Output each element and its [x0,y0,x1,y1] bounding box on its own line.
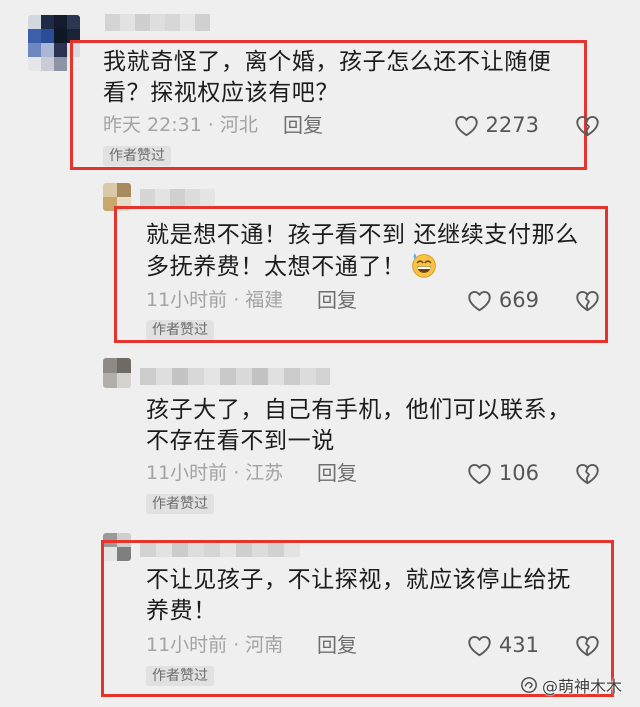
avatar[interactable] [103,358,131,388]
meta-separator: · [233,462,240,484]
reply-button[interactable]: 回复 [317,632,357,658]
meta-separator: · [233,289,240,311]
broken-heart-icon[interactable] [574,632,601,659]
like-count: 2273 [485,113,539,137]
like-button[interactable]: 669 [466,286,539,314]
comment-time: 昨天 22:31 [103,114,202,136]
comment-text-line: 不存在看不到一说 [146,428,335,454]
comment-text: 不让见孩子，不让探视，就应该停止给抚 养费！ [146,565,571,627]
comment-location: 河北 [219,114,258,136]
dislike-button[interactable] [574,460,601,487]
like-count: 669 [498,288,539,312]
like-button[interactable]: 431 [466,631,539,659]
like-count: 431 [498,633,539,657]
broken-heart-icon[interactable] [574,287,601,314]
like-button[interactable]: 106 [466,459,539,487]
comment-time: 11小时前 [146,289,228,311]
comment-text-segment: 多抚养费！太想不通了！ [146,254,406,280]
like-button[interactable]: 2273 [453,111,539,139]
comment-location: 江苏 [245,462,284,484]
meta-separator: · [233,634,240,656]
watermark: @萌神木木 [520,673,622,697]
comment-meta: 昨天 22:31 · 河北 [103,112,258,138]
dislike-button[interactable] [574,632,601,659]
comment-text: 就是想不通！孩子看不到 还继续支付那么 多抚养费！太想不通了！ [146,220,579,282]
grinning-sweat-emoji-icon [411,253,436,278]
broken-heart-icon[interactable] [574,112,601,139]
author-liked-badge: 作者赞过 [103,146,171,166]
heart-outline-icon[interactable] [466,632,493,659]
heart-outline-icon[interactable] [453,112,480,139]
comment-location: 福建 [245,289,284,311]
username-redacted[interactable] [140,189,215,206]
author-liked-badge: 作者赞过 [146,666,214,686]
watermark-text: @萌神木木 [542,677,623,696]
username-redacted[interactable] [140,368,330,385]
comment-text-line: 就是想不通！孩子看不到 还继续支付那么 [146,222,579,248]
watermark-logo-icon [521,677,537,693]
comment-meta: 11小时前 · 江苏 [146,460,283,486]
comment-text-line: 多抚养费！太想不通了！ [146,251,579,282]
comment-text: 我就奇怪了，离个婚，孩子怎么还不让随便 看？探视权应该有吧？ [103,47,551,109]
comment-text-line: 看？探视权应该有吧？ [103,80,339,106]
dislike-button[interactable] [574,287,601,314]
meta-separator: · [207,114,214,136]
reply-button[interactable]: 回复 [283,112,323,138]
reply-button[interactable]: 回复 [317,460,357,486]
comment-text-line: 养费！ [146,598,217,624]
comment-time: 11小时前 [146,462,228,484]
comment-meta: 11小时前 · 福建 [146,287,283,313]
comment-text-line: 我就奇怪了，离个婚，孩子怎么还不让随便 [103,49,552,75]
like-count: 106 [498,461,539,485]
comment-text-line: 孩子大了，自己有手机，他们可以联系， [146,397,571,423]
comment-meta: 11小时前 · 河南 [146,632,283,658]
comment-thread: 我就奇怪了，离个婚，孩子怎么还不让随便 看？探视权应该有吧？ 昨天 22:31 ·… [0,0,640,707]
broken-heart-icon[interactable] [574,460,601,487]
heart-outline-icon[interactable] [466,460,493,487]
heart-outline-icon[interactable] [466,287,493,314]
comment-location: 河南 [245,634,284,656]
comment-text-line: 不让见孩子，不让探视，就应该停止给抚 [146,567,571,593]
author-liked-badge: 作者赞过 [146,494,214,514]
reply-button[interactable]: 回复 [317,287,357,313]
comment-time: 11小时前 [146,634,228,656]
dislike-button[interactable] [574,112,601,139]
username-redacted[interactable] [105,14,210,31]
comment-text: 孩子大了，自己有手机，他们可以联系， 不存在看不到一说 [146,395,571,457]
author-liked-badge: 作者赞过 [146,320,214,340]
